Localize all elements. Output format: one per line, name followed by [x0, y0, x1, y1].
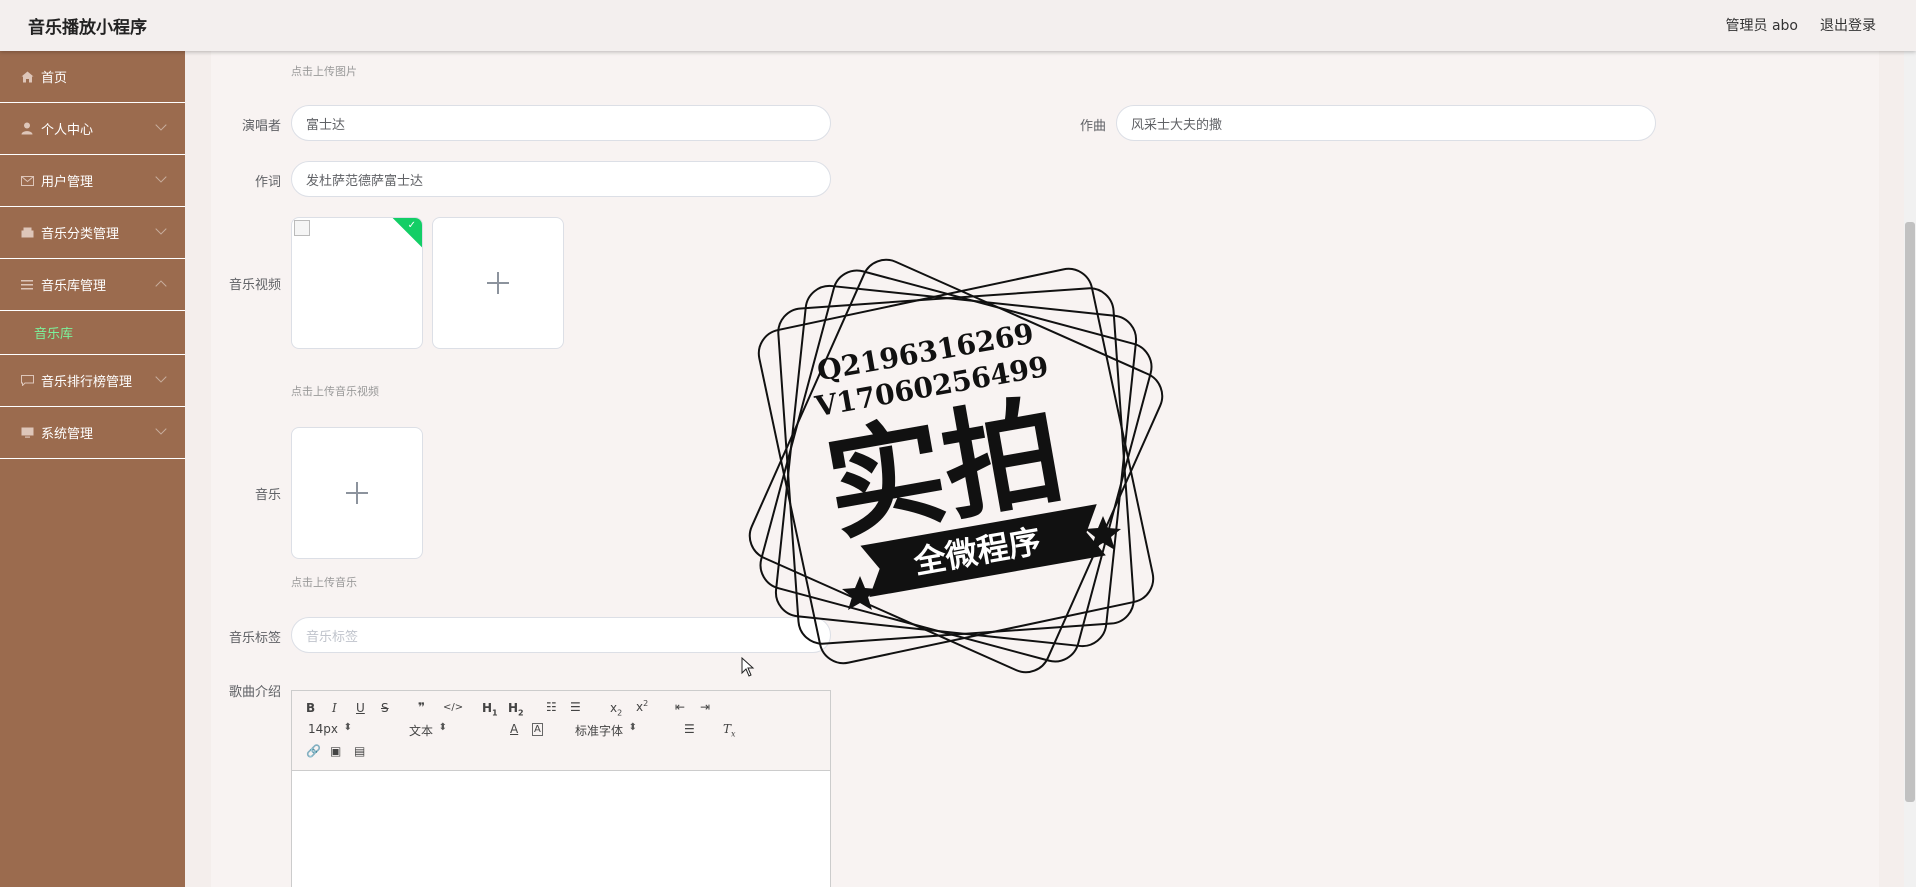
subscript-icon[interactable]: x2 — [610, 701, 622, 717]
link-icon[interactable]: 🔗 — [306, 744, 321, 758]
chat-icon — [20, 374, 34, 388]
sidebar-item-system[interactable]: 系统管理 — [0, 407, 185, 459]
text-color-icon[interactable]: A — [510, 722, 518, 736]
sidebar-item-label: 首页 — [41, 71, 68, 86]
top-right-actions: 管理员 abo 退出登录 — [1726, 15, 1876, 35]
chevron-down-icon — [155, 371, 167, 383]
video-label: 音乐视频 — [228, 278, 281, 293]
sidebar-item-label: 音乐库管理 — [41, 279, 107, 294]
video-upload-button[interactable] — [432, 217, 564, 349]
tag-input[interactable]: 音乐标签 — [291, 617, 831, 653]
image-icon[interactable]: ▣ — [330, 744, 341, 758]
plus-icon — [487, 272, 509, 294]
sidebar-item-users[interactable]: 用户管理 — [0, 155, 185, 207]
plus-icon — [346, 482, 368, 504]
check-icon: ✓ — [407, 220, 416, 231]
music-upload-button[interactable] — [291, 427, 423, 559]
sidebar: 首页 个人中心 用户管理 音乐分类管理 音乐库管理 音乐库 音乐排行榜管理 系统… — [0, 51, 185, 887]
superscript-icon[interactable]: x2 — [636, 699, 648, 714]
sidebar-item-label: 音乐排行榜管理 — [41, 375, 133, 390]
indent-icon[interactable]: ⇥ — [700, 700, 710, 714]
font-family-select[interactable]: 标准字体 — [575, 722, 637, 739]
mouse-cursor-icon — [741, 657, 755, 677]
sidebar-item-label: 系统管理 — [41, 427, 94, 442]
broken-image-icon — [294, 220, 310, 236]
editor-toolbar: B I U S ❞ </> H1 H2 ☷ ☰ x2 x2 ⇤ ⇥ 14px 文… — [292, 691, 830, 771]
logout-link[interactable]: 退出登录 — [1820, 15, 1876, 35]
menu-icon — [20, 278, 34, 292]
clear-format-icon[interactable]: Tx — [723, 722, 736, 738]
outdent-icon[interactable]: ⇤ — [675, 700, 685, 714]
sidebar-item-label: 用户管理 — [41, 175, 94, 190]
sidebar-item-profile[interactable]: 个人中心 — [0, 103, 185, 155]
background-color-icon[interactable]: A — [532, 723, 543, 736]
lyricist-input[interactable]: 发杜萨范德萨富士达 — [291, 161, 831, 197]
monitor-icon — [20, 426, 34, 440]
box-icon — [20, 226, 34, 240]
uploaded-video-thumbnail[interactable]: ✓ — [291, 217, 423, 349]
top-bar: 音乐播放小程序 管理员 abo 退出登录 — [0, 0, 1916, 51]
strike-icon[interactable]: S — [381, 701, 389, 715]
sidebar-item-label: 个人中心 — [41, 123, 94, 138]
tag-label: 音乐标签 — [228, 631, 281, 646]
mail-icon — [20, 174, 34, 188]
code-block-icon[interactable]: </> — [443, 702, 463, 713]
bullet-list-icon[interactable]: ☰ — [570, 700, 581, 714]
bold-icon[interactable]: B — [306, 701, 315, 715]
sidebar-subitem-music-library[interactable]: 音乐库 — [0, 311, 185, 355]
upload-success-badge — [389, 218, 422, 250]
chevron-down-icon — [155, 423, 167, 435]
sidebar-item-music-library[interactable]: 音乐库管理 — [0, 259, 185, 311]
font-size-select[interactable]: 14px — [308, 722, 352, 736]
sidebar-item-music-category[interactable]: 音乐分类管理 — [0, 207, 185, 259]
text-style-select[interactable]: 文本 — [409, 722, 447, 739]
align-icon[interactable]: ☰ — [684, 722, 695, 736]
home-icon — [20, 70, 34, 84]
underline-icon[interactable]: U — [356, 701, 365, 715]
music-label: 音乐 — [254, 488, 281, 503]
user-icon — [20, 122, 34, 136]
rich-text-editor: B I U S ❞ </> H1 H2 ☷ ☰ x2 x2 ⇤ ⇥ 14px 文… — [291, 690, 831, 887]
lyricist-label: 作词 — [254, 175, 281, 190]
ordered-list-icon[interactable]: ☷ — [546, 700, 557, 714]
chevron-up-icon — [155, 280, 167, 292]
app-title: 音乐播放小程序 — [28, 18, 147, 38]
sidebar-item-label: 音乐分类管理 — [41, 227, 120, 242]
upload-image-hint: 点击上传图片 — [291, 65, 357, 78]
sidebar-item-home[interactable]: 首页 — [0, 51, 185, 103]
chevron-down-icon — [155, 223, 167, 235]
admin-user-link[interactable]: 管理员 abo — [1726, 15, 1798, 35]
blockquote-icon[interactable]: ❞ — [418, 700, 425, 714]
header1-icon[interactable]: H1 — [482, 701, 498, 717]
singer-input[interactable]: 富士达 — [291, 105, 831, 141]
intro-label: 歌曲介绍 — [228, 685, 281, 700]
scrollbar-thumb[interactable] — [1905, 222, 1915, 802]
video-icon[interactable]: ▤ — [354, 744, 365, 758]
sidebar-item-ranking[interactable]: 音乐排行榜管理 — [0, 355, 185, 407]
chevron-down-icon — [155, 119, 167, 131]
italic-icon[interactable]: I — [332, 701, 337, 715]
chevron-down-icon — [155, 171, 167, 183]
composer-label: 作曲 — [1079, 119, 1106, 134]
header2-icon[interactable]: H2 — [508, 701, 524, 717]
singer-label: 演唱者 — [241, 119, 281, 134]
music-upload-hint: 点击上传音乐 — [291, 576, 357, 589]
video-upload-hint: 点击上传音乐视频 — [291, 385, 379, 398]
composer-input[interactable]: 风采士大夫的撒 — [1116, 105, 1656, 141]
